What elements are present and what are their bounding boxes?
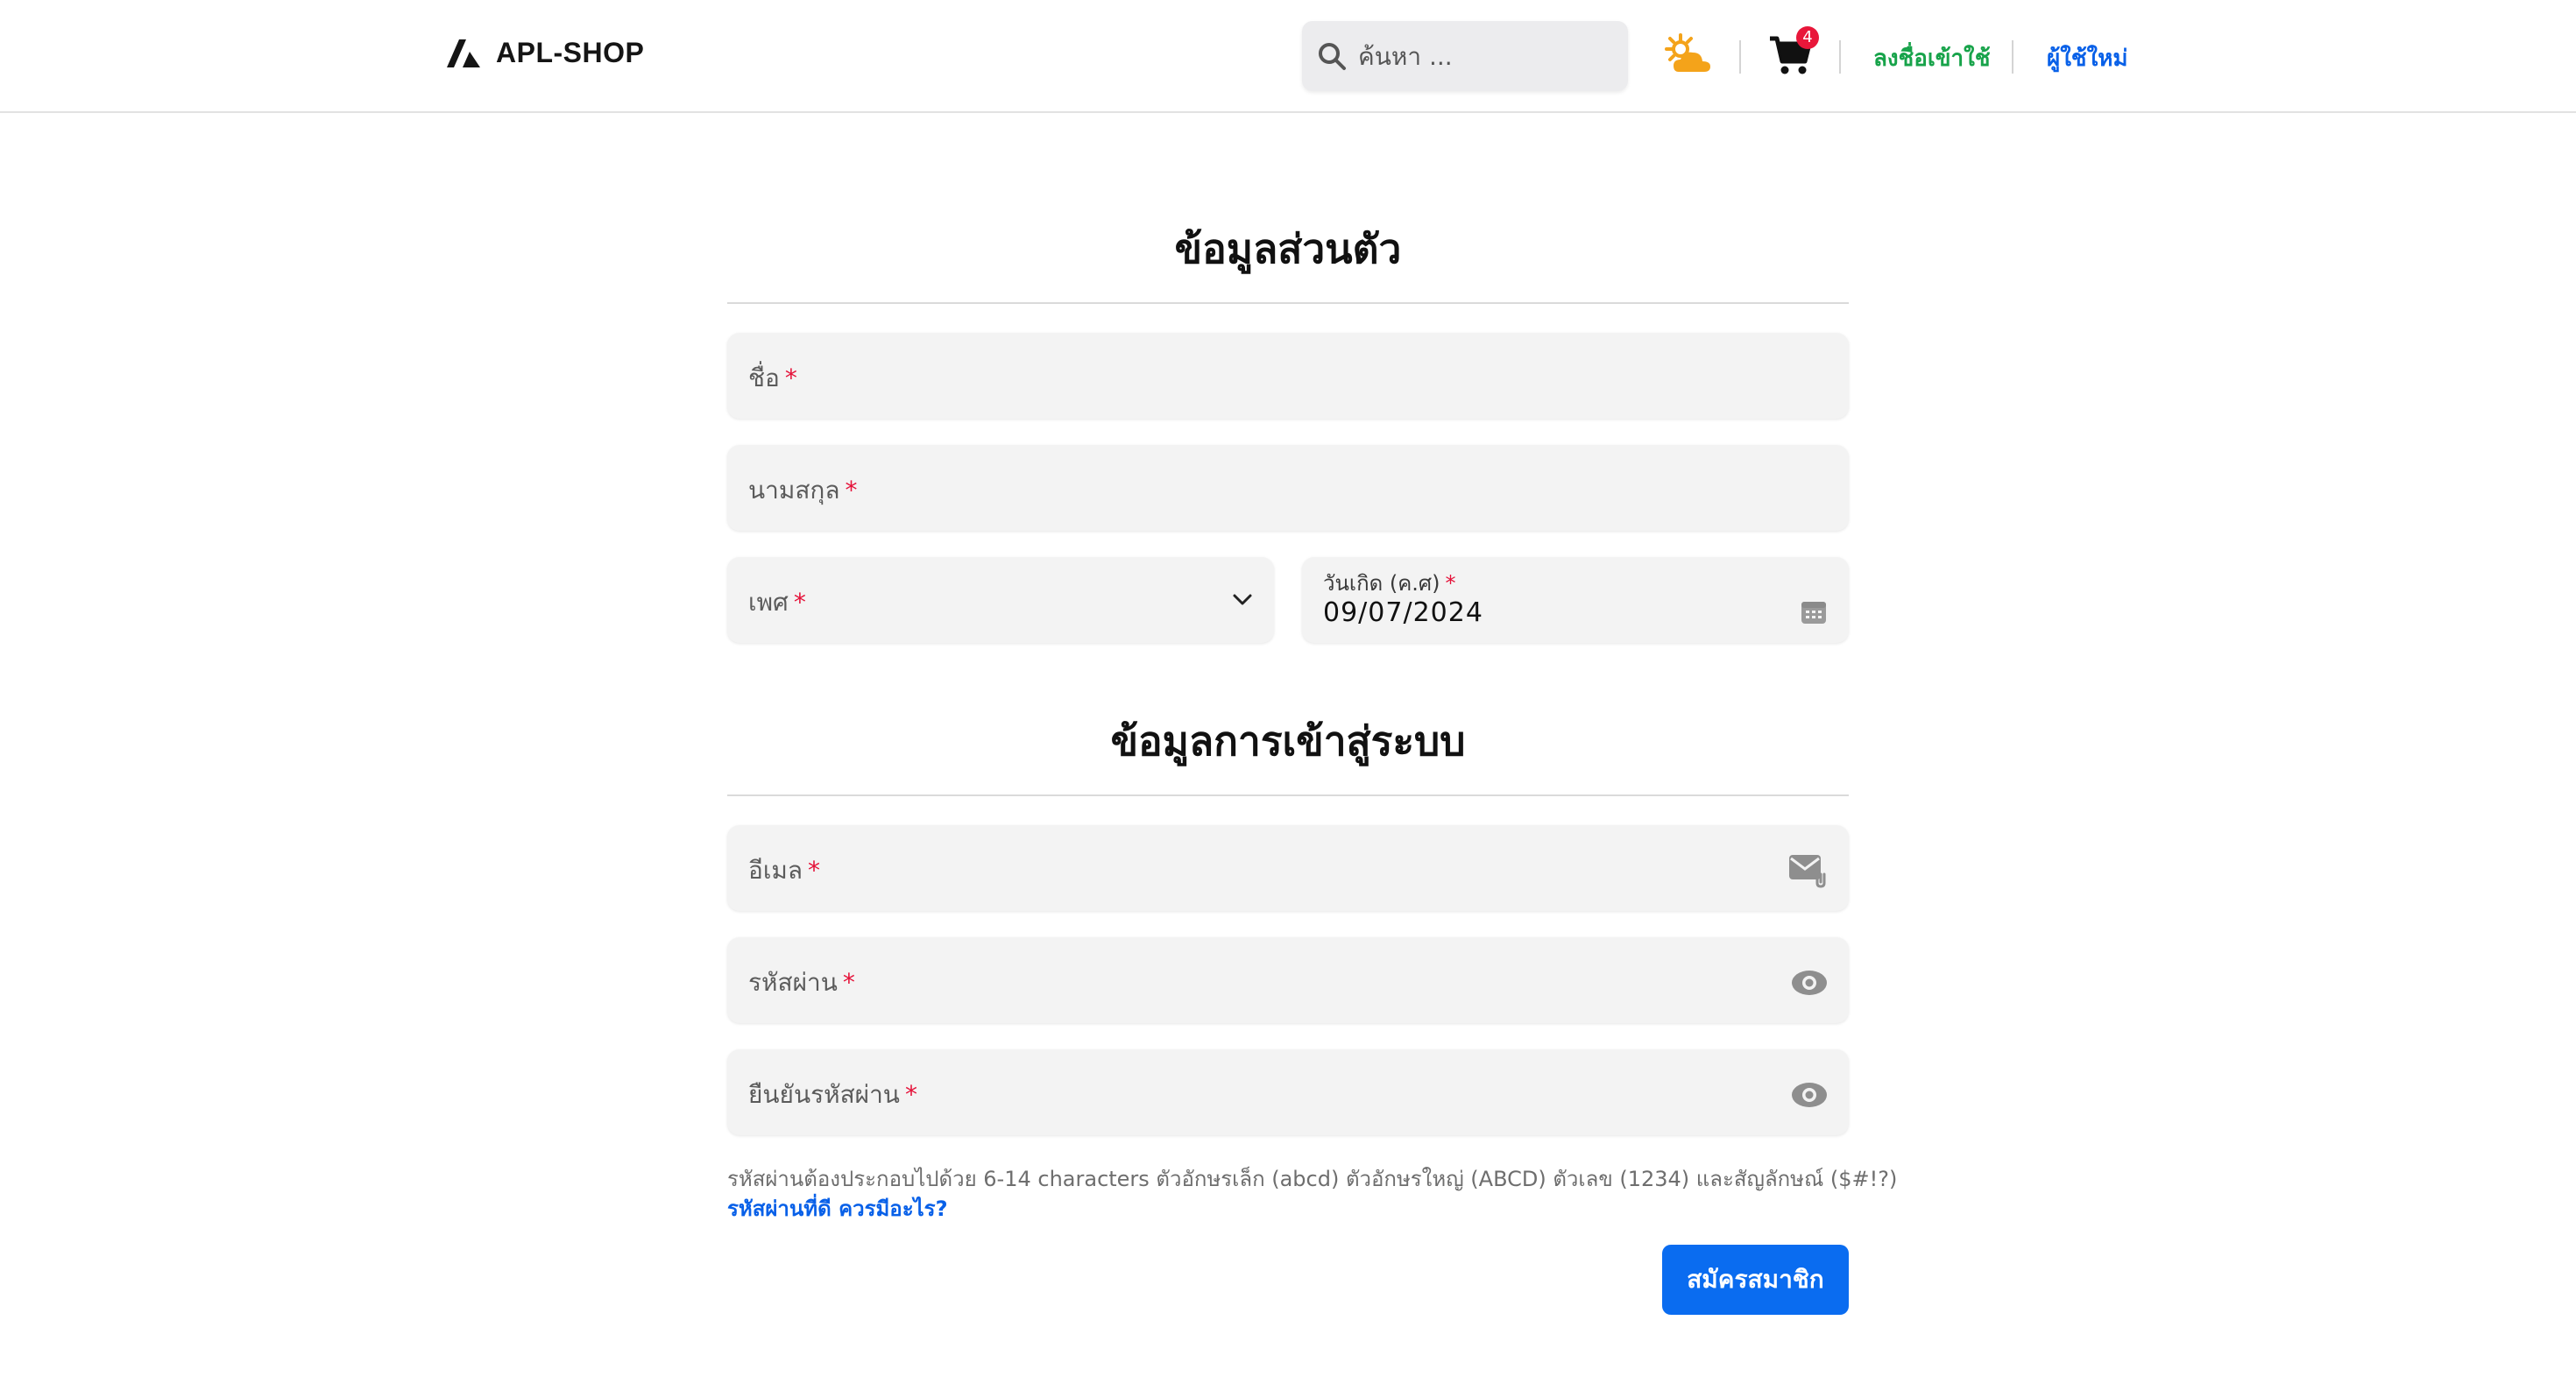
confirm-password-label: ยืนยันรหัสผ่าน * (748, 1080, 917, 1109)
email-label: อีเมล * (748, 856, 821, 885)
password-label: รหัสผ่าน * (748, 968, 855, 997)
register-submit-button[interactable]: สมัครสมาชิก (1662, 1245, 1849, 1315)
register-link[interactable]: ผู้ใช้ใหม่ (2047, 40, 2128, 76)
section-divider (727, 794, 1849, 796)
birthdate-label: วันเกิด (ค.ศ) * (1323, 571, 1456, 596)
password-help-link[interactable]: รหัสผ่านที่ดี ควรมีอะไร? (727, 1191, 948, 1225)
last-name-field[interactable]: นามสกุล * (727, 445, 1849, 531)
section-divider (727, 302, 1849, 304)
sun-cloud-icon[interactable] (1661, 32, 1716, 81)
brand-logo[interactable]: APL-SHOP (445, 37, 644, 69)
calendar-icon[interactable] (1800, 597, 1828, 625)
first-name-label: ชื่อ * (748, 364, 797, 392)
gender-label: เพศ * (748, 588, 806, 617)
gender-select[interactable]: เพศ * (727, 557, 1274, 643)
eye-icon[interactable] (1791, 1081, 1828, 1109)
required-mark: * (842, 968, 855, 997)
header-divider (1839, 40, 1841, 74)
birthdate-field[interactable]: วันเกิด (ค.ศ) * 09/07/2024 (1302, 557, 1849, 643)
search-icon (1319, 43, 1346, 70)
first-name-field[interactable]: ชื่อ * (727, 333, 1849, 419)
brand-name: APL-SHOP (496, 37, 645, 68)
password-field[interactable]: รหัสผ่าน * (727, 937, 1849, 1023)
birthdate-value: 09/07/2024 (1323, 597, 1483, 628)
chevron-down-icon (1233, 594, 1252, 605)
confirm-password-field[interactable]: ยืนยันรหัสผ่าน * (727, 1049, 1849, 1135)
personal-info-title: ข้อมูลส่วนตัว (1174, 225, 1402, 272)
last-name-label: นามสกุล * (748, 476, 858, 505)
apl-logo-icon (447, 39, 480, 67)
required-mark: * (845, 476, 858, 505)
mail-icon (1789, 855, 1826, 888)
login-info-title: ข้อมูลการเข้าสู่ระบบ (1110, 717, 1466, 765)
required-mark: * (904, 1080, 917, 1109)
email-field[interactable]: อีเมล * (727, 825, 1849, 911)
required-mark: * (793, 588, 806, 617)
cart-count-badge: 4 (1796, 26, 1819, 49)
required-mark: * (808, 856, 821, 885)
header-divider (1739, 40, 1741, 74)
header-divider (2012, 40, 2013, 74)
search-box[interactable] (1302, 21, 1628, 91)
eye-icon[interactable] (1791, 969, 1828, 997)
login-link[interactable]: ลงชื่อเข้าใช้ (1873, 40, 1991, 76)
top-navbar: APL-SHOP 4 ลงชื่อเข้าใช้ ผู้ใช้ใหม่ (0, 0, 2576, 113)
required-mark: * (1445, 571, 1456, 596)
search-input[interactable] (1358, 41, 1621, 71)
required-mark: * (784, 364, 797, 392)
